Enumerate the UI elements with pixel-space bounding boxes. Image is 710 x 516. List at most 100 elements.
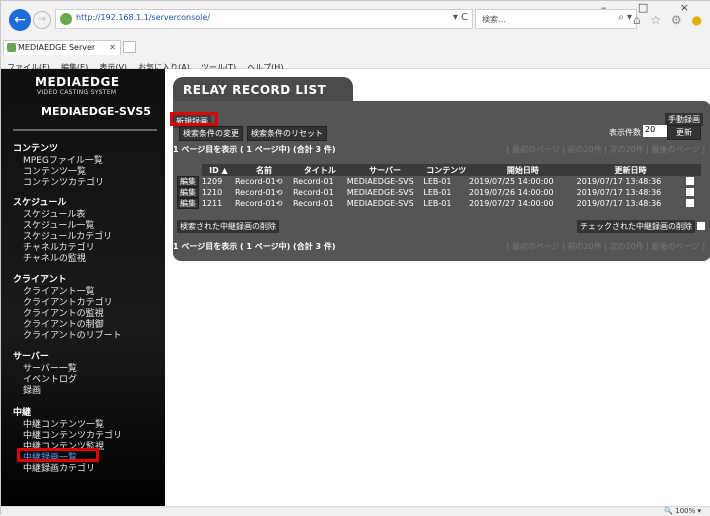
count-value: 20 (645, 125, 656, 134)
server-cell: MEDIAEDGE-SVS (346, 199, 414, 208)
table-row: 編集 1211 Record-01⟲ Record-01 MEDIAEDGE-S… (177, 198, 701, 209)
row-checkbox[interactable] (686, 198, 695, 207)
table-row: 編集 1209 Record-01⟲ Record-01 MEDIAEDGE-S… (177, 176, 701, 187)
row-checkbox[interactable] (686, 187, 695, 196)
page-summary: 1 ページ目を表示 ( 1 ページ中) (合計 3 件) (173, 145, 336, 154)
gear-icon[interactable]: ⚙ (671, 13, 685, 27)
id-cell: 1211 (201, 199, 223, 208)
edit-cell: 編集 (177, 187, 202, 198)
edit-cell: 編集 (177, 176, 202, 187)
name-text: Record-01 (234, 177, 276, 186)
name-text: Record-01 (234, 188, 276, 197)
loop-icon: ⟲ (275, 188, 283, 197)
tab-bar: MEDIAEDGE Server Console... ✕ (1, 37, 710, 65)
sidebar-item-recording[interactable]: 録画 (23, 383, 41, 396)
row-checkbox[interactable] (686, 176, 695, 185)
start-cell: 2019/07/26 14:00:00 (468, 188, 554, 197)
column-header-server[interactable]: サーバー (346, 164, 424, 176)
highlight-box (17, 448, 99, 462)
check-cell (684, 187, 701, 198)
update-button[interactable]: 更新 (667, 125, 701, 140)
change-search-button[interactable]: 検索条件の変更 (179, 126, 243, 141)
column-header-content[interactable]: コンテンツ (423, 164, 469, 176)
star-icon[interactable]: ☆ (650, 13, 664, 27)
main-content: RELAY RECORD LIST 新規録画 手動録画 検索条件の変更 検索条件… (165, 69, 710, 506)
content-cell: LEB-01 (423, 188, 452, 197)
name-cell: Record-01⟲ (235, 187, 293, 198)
chevron-down-icon: ▾ (697, 507, 701, 515)
check-cell (684, 176, 701, 187)
sidebar-divider (13, 129, 157, 131)
column-header-id[interactable]: ID ▲ (201, 164, 235, 176)
home-icon[interactable]: ⌂ (633, 13, 644, 27)
server-name: MEDIAEDGE-SVS5 (41, 105, 151, 118)
column-header-updated[interactable]: 更新日時 (576, 164, 685, 176)
brand-tagline: VIDEO CASTING SYSTEM (37, 89, 117, 96)
start-cell: 2019/07/27 14:00:00 (468, 199, 554, 208)
table-header: ID ▲ 名前 タイトル サーバー コンテンツ 開始日時 更新日時 (177, 164, 701, 176)
name-cell: Record-01⟲ (235, 176, 293, 187)
server-cell: MEDIAEDGE-SVS (346, 177, 414, 186)
menu-bar: ファイル(F) 編集(E) 表示(V) お気に入り(A) ツール(T) ヘルプ(… (1, 55, 710, 72)
content-cell: LEB-01 (423, 199, 452, 208)
column-header-name[interactable]: 名前 (234, 164, 293, 176)
refresh-icon[interactable]: ▾ C (453, 12, 468, 23)
pager-bottom[interactable]: [ 最初のページ | 前の20件 | 次の20件 | 最後のページ ] (506, 241, 705, 252)
brand-logo: MEDIAEDGE (35, 75, 120, 89)
column-header-start[interactable]: 開始日時 (468, 164, 577, 176)
reset-search-button[interactable]: 検索条件のリセット (247, 126, 327, 141)
sidebar-item-content-category[interactable]: コンテンツカテゴリ (23, 175, 104, 188)
edit-button[interactable]: 編集 (177, 187, 199, 198)
sidebar: MEDIAEDGE VIDEO CASTING SYSTEM MEDIAEDGE… (1, 69, 165, 506)
zoom-level[interactable]: 🔍 100% ▾ (664, 507, 701, 515)
edit-button[interactable]: 編集 (177, 198, 199, 209)
id-cell: 1209 (201, 177, 223, 186)
delete-found-button[interactable]: 検索された中継録画の削除 (177, 220, 279, 233)
id-cell: 1210 (201, 188, 223, 197)
address-url[interactable]: http://192.168.1.1/serverconsole/ (76, 13, 210, 22)
count-select[interactable]: 20 ▼ (643, 125, 674, 137)
content-cell: LEB-01 (423, 177, 452, 186)
search-placeholder: 検索... (482, 15, 506, 24)
highlight-box (170, 112, 218, 126)
updated-cell: 2019/07/17 13:48:36 (576, 177, 662, 186)
feedback-icon[interactable]: ● (692, 13, 705, 27)
title-cell: Record-01 (292, 177, 334, 186)
edit-cell: 編集 (177, 198, 202, 209)
forward-button[interactable]: → (33, 11, 51, 29)
pager[interactable]: [ 最初のページ | 前の20件 | 次の20件 | 最後のページ ] (506, 144, 705, 155)
column-header-check (684, 164, 701, 176)
zoom-value: 100% (675, 507, 696, 515)
toolbar-icons[interactable]: ⌂ ☆ ⚙ ● (633, 13, 705, 27)
loop-icon: ⟲ (275, 177, 283, 186)
page-summary-bottom: 1 ページ目を表示 ( 1 ページ中) (合計 3 件) (173, 242, 336, 251)
page-title: RELAY RECORD LIST (183, 83, 327, 97)
select-all-checkbox[interactable] (697, 222, 705, 230)
start-cell: 2019/07/25 14:00:00 (468, 177, 554, 186)
name-text: Record-01 (234, 199, 276, 208)
title-bar: ← → http://192.168.1.1/serverconsole/ ▾ … (1, 1, 710, 37)
tab-favicon-icon (7, 43, 16, 52)
browser-tab[interactable]: MEDIAEDGE Server Console... ✕ (3, 40, 121, 65)
address-bar[interactable]: http://192.168.1.1/serverconsole/ ▾ C (55, 9, 473, 29)
updated-cell: 2019/07/17 13:48:36 (576, 199, 662, 208)
edit-button[interactable]: 編集 (177, 176, 199, 187)
new-tab-button[interactable] (123, 41, 136, 53)
count-label: 表示件数 (609, 128, 641, 137)
site-icon (60, 13, 72, 25)
tab-close-icon[interactable]: ✕ (109, 41, 116, 54)
table-row: 編集 1210 Record-01⟲ Record-01 MEDIAEDGE-S… (177, 187, 701, 198)
sidebar-item-client-reboot[interactable]: クライアントのリブート (23, 328, 122, 341)
title-cell: Record-01 (292, 199, 334, 208)
sidebar-item-relay-record-category[interactable]: 中継録画カテゴリ (23, 461, 95, 474)
loop-icon: ⟲ (275, 199, 283, 208)
title-cell: Record-01 (292, 188, 334, 197)
check-cell (684, 198, 701, 209)
name-cell: Record-01⟲ (235, 198, 293, 209)
delete-checked-button[interactable]: チェックされた中継録画の削除 (577, 220, 695, 233)
column-header-edit (177, 164, 202, 176)
record-table: ID ▲ 名前 タイトル サーバー コンテンツ 開始日時 更新日時 編集 120… (177, 164, 701, 209)
column-header-title[interactable]: タイトル (292, 164, 347, 176)
back-button[interactable]: ← (9, 9, 31, 31)
sidebar-item-channel-monitor[interactable]: チャネルの監視 (23, 251, 86, 264)
